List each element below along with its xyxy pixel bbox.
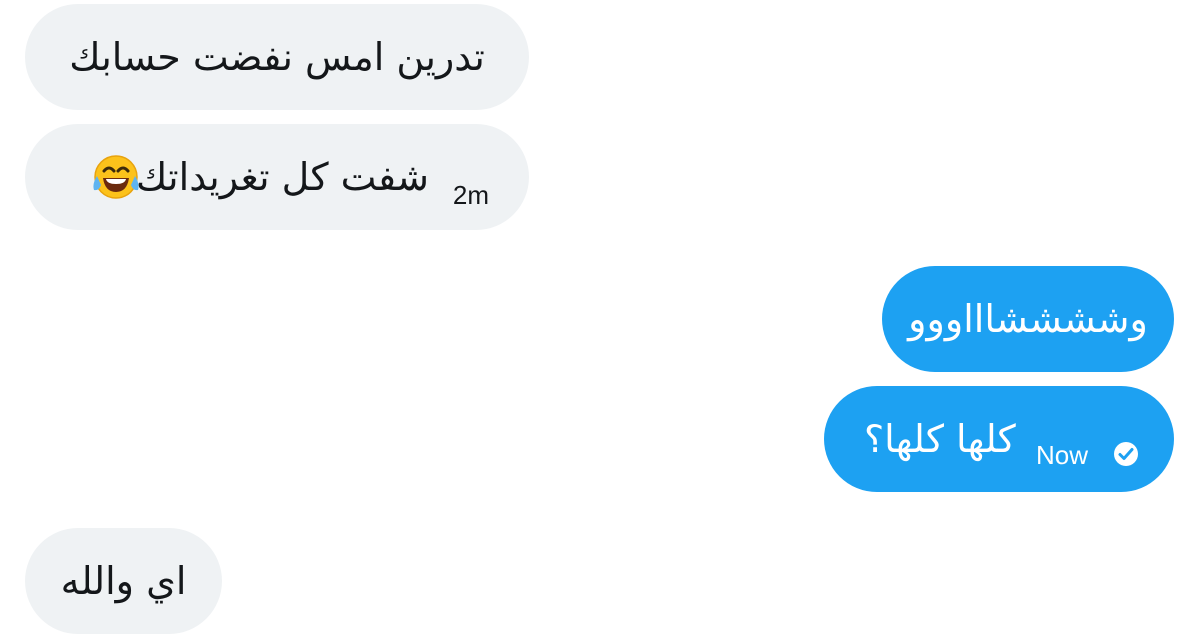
- outgoing-message-bubble[interactable]: كلها كلها؟ Now: [824, 386, 1174, 492]
- read-check-icon: [1112, 440, 1140, 472]
- incoming-message-bubble[interactable]: تدرين امس نفضت حسابك: [25, 4, 529, 110]
- face-with-tears-of-joy-icon: [91, 152, 141, 206]
- message-text: كلها كلها؟: [864, 417, 1016, 461]
- outgoing-message-bubble[interactable]: وششششاااووو: [882, 266, 1174, 372]
- message-timestamp: 2m: [452, 180, 489, 210]
- message-text: شفت كل تغريداتك: [136, 155, 429, 199]
- message-text: اي والله: [60, 559, 187, 603]
- message-timestamp: Now: [1036, 440, 1089, 470]
- message-text: تدرين امس نفضت حسابك: [69, 35, 485, 79]
- dm-conversation: { "messages": [ { "direction": "incoming…: [0, 0, 1200, 643]
- incoming-message-bubble[interactable]: شفت كل تغريداتك 2m: [25, 124, 529, 230]
- message-text: وششششاااووو: [908, 297, 1148, 341]
- incoming-message-bubble[interactable]: اي والله: [25, 528, 222, 634]
